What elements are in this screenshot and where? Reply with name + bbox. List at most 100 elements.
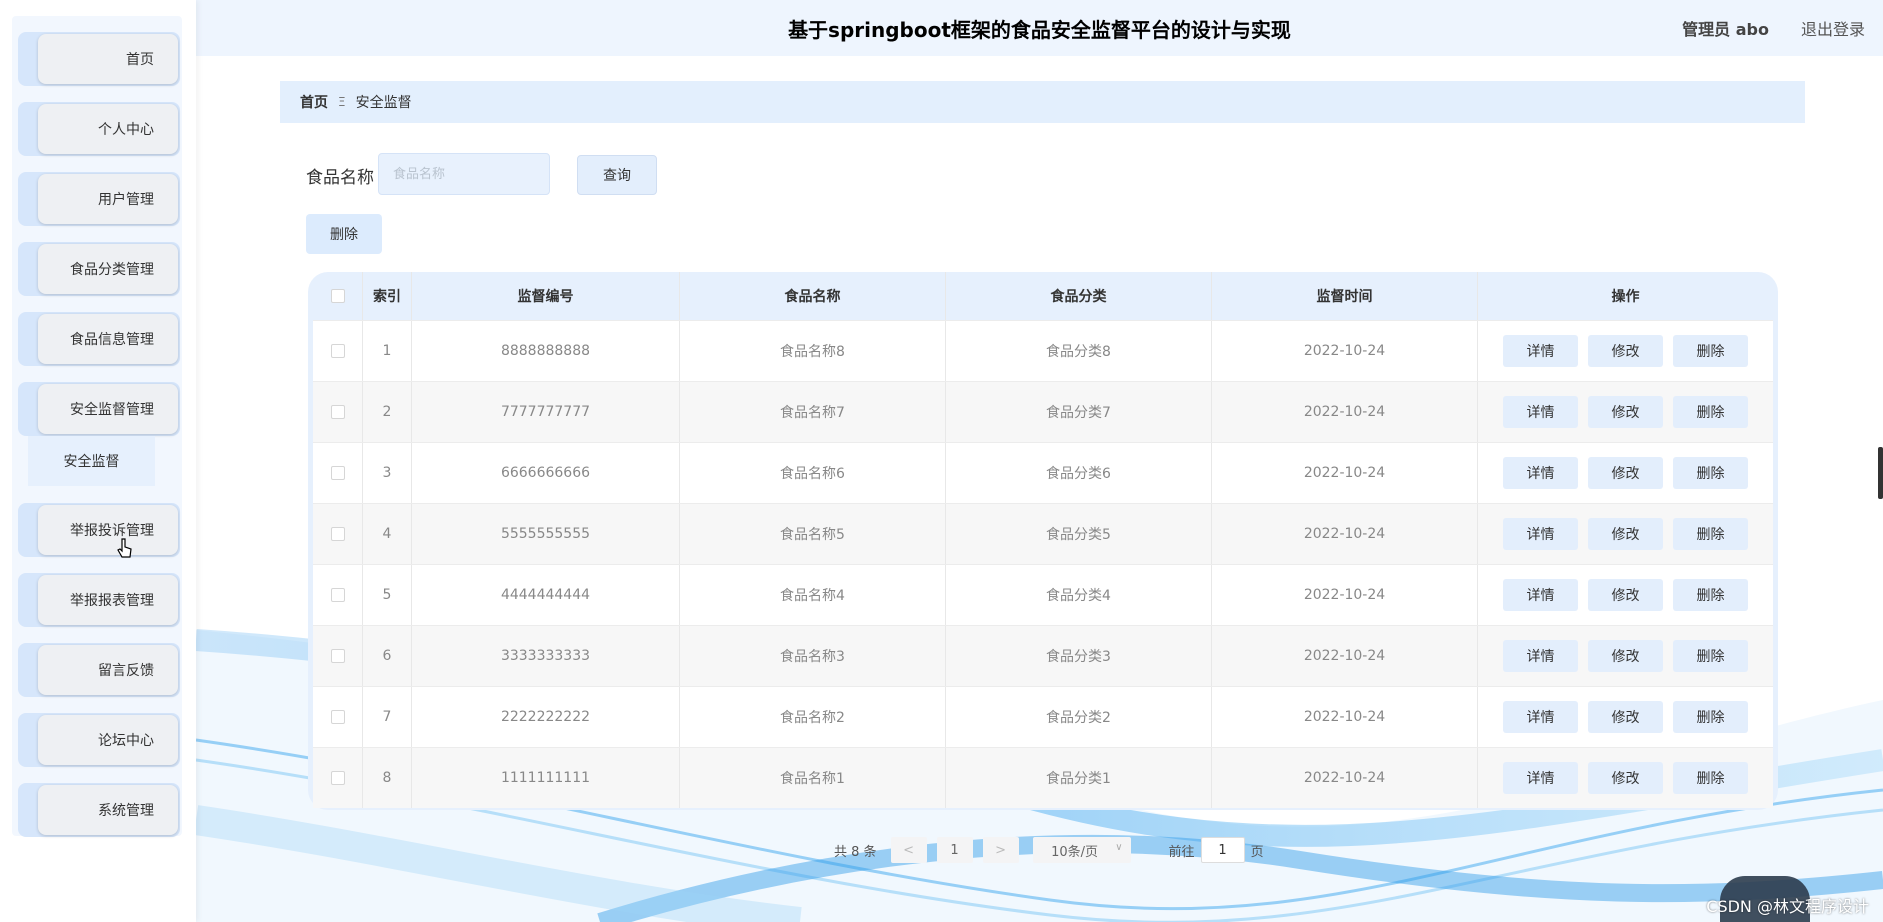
sidebar-item-system[interactable]: 系统管理 [18, 783, 180, 837]
page-size-select[interactable]: 10条/页 ∨ [1032, 837, 1131, 863]
sidebar-item-label: 举报投诉管理 [38, 505, 178, 555]
detail-button[interactable]: 详情 [1503, 701, 1578, 733]
cell-number: 3333333333 [412, 626, 680, 686]
sidebar-item-food-info[interactable]: 食品信息管理 [18, 312, 180, 366]
cell-actions: 详情 修改 删除 [1478, 687, 1773, 747]
cell-food-name: 食品名称6 [680, 443, 946, 503]
detail-button[interactable]: 详情 [1503, 579, 1578, 611]
row-checkbox[interactable] [330, 710, 345, 724]
table-row: 7 2222222222 食品名称2 食品分类2 2022-10-24 详情 修改 删除 [313, 686, 1773, 747]
header-time: 监督时间 [1212, 272, 1478, 320]
cell-actions: 详情 修改 删除 [1478, 443, 1773, 503]
data-table: 索引 监督编号 食品名称 食品分类 监督时间 操作 1 8888888888 食品名… [308, 272, 1778, 810]
select-all-checkbox[interactable] [330, 289, 345, 303]
row-delete-button[interactable]: 删除 [1673, 701, 1748, 733]
edit-button[interactable]: 修改 [1588, 457, 1663, 489]
row-checkbox[interactable] [330, 527, 345, 541]
row-checkbox-cell [313, 565, 363, 625]
cell-number: 7777777777 [412, 382, 680, 442]
sidebar-item-food-category[interactable]: 食品分类管理 [18, 242, 180, 296]
edit-button[interactable]: 修改 [1588, 701, 1663, 733]
cell-food-name: 食品名称1 [680, 748, 946, 808]
cell-food-category: 食品分类2 [946, 687, 1212, 747]
sidebar-item-safety-supervision[interactable]: 安全监督管理 [18, 382, 180, 436]
cell-food-category: 食品分类7 [946, 382, 1212, 442]
sidebar-item-users[interactable]: 用户管理 [18, 172, 180, 226]
row-checkbox[interactable] [330, 771, 345, 785]
row-checkbox[interactable] [330, 588, 345, 602]
table-row: 6 3333333333 食品名称3 食品分类3 2022-10-24 详情 修改 删除 [313, 625, 1773, 686]
table-header: 索引 监督编号 食品名称 食品分类 监督时间 操作 [313, 272, 1773, 320]
sidebar-item-label: 举报报表管理 [38, 575, 178, 625]
detail-button[interactable]: 详情 [1503, 335, 1578, 367]
edit-button[interactable]: 修改 [1588, 335, 1663, 367]
detail-button[interactable]: 详情 [1503, 396, 1578, 428]
sidebar-item-label: 个人中心 [38, 104, 178, 154]
sidebar-item-feedback[interactable]: 留言反馈 [18, 643, 180, 697]
chevron-down-icon: ∨ [1115, 842, 1123, 853]
scroll-handle[interactable] [1878, 447, 1883, 499]
sidebar-item-home[interactable]: 首页 [18, 32, 180, 86]
cell-actions: 详情 修改 删除 [1478, 504, 1773, 564]
row-delete-button[interactable]: 删除 [1673, 396, 1748, 428]
table-row: 4 5555555555 食品名称5 食品分类5 2022-10-24 详情 修改 删除 [313, 503, 1773, 564]
pagination: 共 8 条 < 1 > 10条/页 ∨ 前往 1 页 [834, 836, 1264, 864]
sidebar-item-complaints[interactable]: 举报投诉管理 [18, 503, 180, 557]
table-row: 1 8888888888 食品名称8 食品分类8 2022-10-24 详情 修改 删除 [313, 320, 1773, 381]
row-delete-button[interactable]: 删除 [1673, 457, 1748, 489]
prev-page-button[interactable]: < [890, 837, 927, 863]
edit-button[interactable]: 修改 [1588, 518, 1663, 550]
cell-food-name: 食品名称2 [680, 687, 946, 747]
row-checkbox[interactable] [330, 649, 345, 663]
query-button[interactable]: 查询 [577, 155, 657, 195]
row-checkbox-cell [313, 504, 363, 564]
cell-food-name: 食品名称7 [680, 382, 946, 442]
sidebar-item-profile[interactable]: 个人中心 [18, 102, 180, 156]
next-page-button[interactable]: > [982, 837, 1019, 863]
cell-food-name: 食品名称4 [680, 565, 946, 625]
row-delete-button[interactable]: 删除 [1673, 335, 1748, 367]
cell-index: 2 [363, 382, 412, 442]
watermark: CSDN @林文程序设计 [1706, 897, 1869, 916]
search-input[interactable] [378, 153, 550, 195]
row-checkbox[interactable] [330, 344, 345, 358]
sidebar-item-label: 食品信息管理 [38, 314, 178, 364]
sidebar-item-label: 用户管理 [38, 174, 178, 224]
cell-index: 3 [363, 443, 412, 503]
row-checkbox[interactable] [330, 405, 345, 419]
row-delete-button[interactable]: 删除 [1673, 518, 1748, 550]
detail-button[interactable]: 详情 [1503, 640, 1578, 672]
row-delete-button[interactable]: 删除 [1673, 579, 1748, 611]
logout-link[interactable]: 退出登录 [1801, 16, 1865, 40]
detail-button[interactable]: 详情 [1503, 457, 1578, 489]
goto-page-input[interactable]: 1 [1200, 837, 1245, 863]
sidebar-subitem-safety[interactable]: 安全监督 [28, 436, 155, 486]
batch-delete-button[interactable]: 删除 [306, 214, 382, 254]
sidebar-item-forum[interactable]: 论坛中心 [18, 713, 180, 767]
row-delete-button[interactable]: 删除 [1673, 762, 1748, 794]
table-row: 2 7777777777 食品名称7 食品分类7 2022-10-24 详情 修改 删除 [313, 381, 1773, 442]
row-checkbox[interactable] [330, 466, 345, 480]
edit-button[interactable]: 修改 [1588, 762, 1663, 794]
row-checkbox-cell [313, 443, 363, 503]
sidebar-item-complaint-reports[interactable]: 举报报表管理 [18, 573, 180, 627]
page-number[interactable]: 1 [936, 837, 973, 863]
cell-actions: 详情 修改 删除 [1478, 321, 1773, 381]
cell-time: 2022-10-24 [1212, 565, 1478, 625]
row-checkbox-cell [313, 382, 363, 442]
row-checkbox-cell [313, 321, 363, 381]
detail-button[interactable]: 详情 [1503, 762, 1578, 794]
detail-button[interactable]: 详情 [1503, 518, 1578, 550]
user-label: 管理员 abo [1682, 20, 1769, 39]
breadcrumb-home[interactable]: 首页 [300, 92, 328, 112]
cell-food-category: 食品分类4 [946, 565, 1212, 625]
row-delete-button[interactable]: 删除 [1673, 640, 1748, 672]
edit-button[interactable]: 修改 [1588, 579, 1663, 611]
cell-number: 4444444444 [412, 565, 680, 625]
search-label: 食品名称 [306, 168, 374, 188]
cell-actions: 详情 修改 删除 [1478, 626, 1773, 686]
edit-button[interactable]: 修改 [1588, 640, 1663, 672]
goto-prefix: 前往 [1168, 844, 1195, 860]
sidebar: 首页 个人中心 用户管理 食品分类管理 食品信息管理 安全监督管理 安全监督 举… [0, 0, 196, 922]
edit-button[interactable]: 修改 [1588, 396, 1663, 428]
